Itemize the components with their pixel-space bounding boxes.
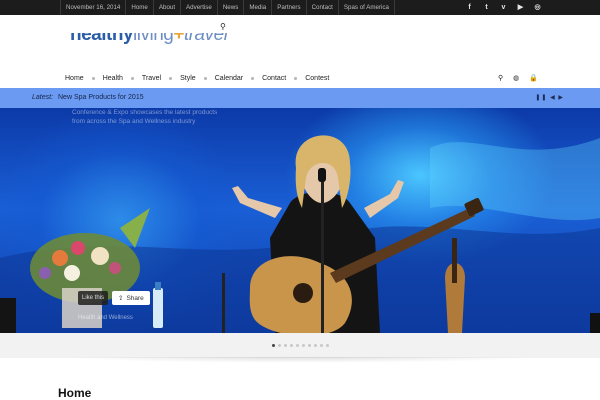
top-link[interactable]: Media: [244, 0, 273, 15]
nav-separator: [91, 76, 95, 80]
page-title: Home: [58, 386, 92, 400]
top-link[interactable]: Spas of America: [339, 0, 395, 15]
top-bar: November 16, 2014 Home About Advertise News M…: [0, 0, 600, 15]
nav-item-calendar[interactable]: Calendar: [210, 75, 248, 82]
dribbble-icon[interactable]: ◎: [533, 0, 542, 15]
nav-tools: ⚲ ◍ 🔒: [498, 68, 538, 88]
social-icons: f t v ▶ ◎: [465, 0, 542, 15]
top-link[interactable]: Advertise: [181, 0, 218, 15]
slide-caption-faded: Conference & Expo showcases the latest p…: [72, 109, 218, 125]
top-link[interactable]: Contact: [307, 0, 339, 15]
nav-separator: [130, 76, 134, 80]
nav-item-contest[interactable]: Contest: [300, 75, 334, 82]
main-nav: Home Health Travel Style Calendar Contact Cont…: [0, 68, 600, 88]
share-icon: ⇪: [118, 295, 124, 302]
slide-caption: Health and Wellness: [78, 315, 133, 321]
logo-part-plus: +: [173, 33, 184, 45]
top-link[interactable]: About: [154, 0, 182, 15]
facebook-icon[interactable]: f: [465, 0, 474, 15]
site-logo[interactable]: healthyliving+travel: [70, 33, 250, 49]
like-button[interactable]: Like this: [78, 291, 109, 305]
nav-item-contact[interactable]: Contact: [257, 75, 291, 82]
ticker-controls[interactable]: ❚❚ ◀ ▶: [535, 88, 564, 108]
hero-slider[interactable]: Conference & Expo showcases the latest p…: [0, 108, 600, 333]
pager-dot[interactable]: [302, 344, 305, 347]
latest-headline-link[interactable]: New Spa Products for 2015: [58, 88, 144, 108]
top-link[interactable]: News: [218, 0, 245, 15]
logo-part-travel: travel: [183, 33, 228, 45]
pager-dot[interactable]: [314, 344, 317, 347]
globe-icon[interactable]: ◍: [513, 74, 519, 82]
pager-dot[interactable]: [326, 344, 329, 347]
youtube-icon[interactable]: ▶: [516, 0, 525, 15]
pager-dot[interactable]: [308, 344, 311, 347]
pager-dot[interactable]: [290, 344, 293, 347]
nav-item-home[interactable]: Home: [60, 75, 89, 82]
nav-item-style[interactable]: Style: [175, 75, 201, 82]
nav-separator: [203, 76, 207, 80]
lock-icon[interactable]: 🔒: [529, 74, 538, 82]
nav-separator: [251, 76, 255, 80]
latest-ticker: Latest: New Spa Products for 2015 ❚❚ ◀ ▶: [0, 88, 600, 108]
twitter-icon[interactable]: t: [482, 0, 491, 15]
top-date: November 16, 2014: [60, 0, 127, 15]
nav-items: Home Health Travel Style Calendar Contact Cont…: [60, 68, 334, 88]
search-icon[interactable]: ⚲: [498, 74, 503, 82]
section-divider: [60, 357, 540, 363]
nav-item-travel[interactable]: Travel: [137, 75, 166, 82]
share-button[interactable]: ⇪ Share: [112, 291, 150, 305]
pager-dot[interactable]: [278, 344, 281, 347]
nav-separator: [294, 76, 298, 80]
logo-part-healthy: healthy: [70, 33, 134, 45]
top-link[interactable]: Partners: [272, 0, 307, 15]
search-icon[interactable]: ⚲: [220, 22, 226, 31]
pager-dot[interactable]: [320, 344, 323, 347]
logo-part-living: living: [133, 33, 174, 45]
pager-dot[interactable]: [272, 344, 275, 347]
top-link[interactable]: Home: [126, 0, 154, 15]
vimeo-icon[interactable]: v: [499, 0, 508, 15]
nav-item-health[interactable]: Health: [98, 75, 128, 82]
nav-separator: [169, 76, 173, 80]
pager-dot[interactable]: [284, 344, 287, 347]
slider-pager: [0, 333, 600, 358]
latest-label: Latest:: [32, 94, 54, 101]
pager-dots: [272, 344, 329, 347]
share-label: Share: [126, 294, 144, 302]
pager-dot[interactable]: [296, 344, 299, 347]
top-links: November 16, 2014 Home About Advertise News M…: [60, 0, 395, 15]
